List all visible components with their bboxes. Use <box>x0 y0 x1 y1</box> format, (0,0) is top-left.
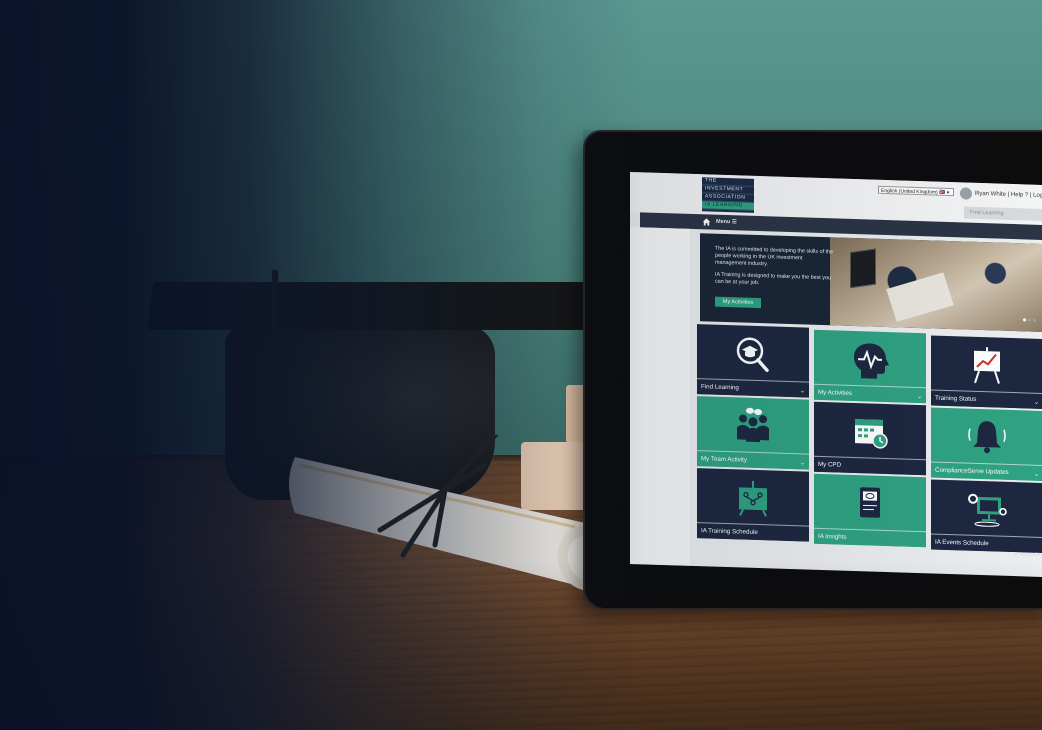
tile-label: IA Events Schedule <box>931 533 1042 553</box>
bottom-shade <box>0 560 1042 730</box>
tile-label: Find Learning <box>697 378 809 398</box>
tile-label: My CPD <box>814 455 926 476</box>
tile-label: IA Insights <box>814 527 926 548</box>
schedule-board-icon <box>739 480 767 517</box>
tile-training-status[interactable]: Training Status ⌄ <box>931 335 1042 409</box>
team-people-icon <box>737 407 769 443</box>
tile-label: ComplianceServe Updates <box>931 461 1042 481</box>
tile-label: My Activities <box>814 383 926 404</box>
user-links[interactable]: Ryan White | Help ? | Log o <box>975 191 1042 199</box>
chevron-down-icon[interactable]: ⌄ <box>800 459 805 466</box>
tile-label: My Team Activity <box>697 450 809 470</box>
head-pulse-icon <box>854 343 889 379</box>
home-icon[interactable] <box>702 217 711 226</box>
tile-my-cpd[interactable]: My CPD <box>814 401 926 476</box>
search-graduation-icon <box>736 337 769 373</box>
search-input[interactable]: Find Learning <box>964 206 1042 222</box>
computer-gear-icon <box>968 493 1007 527</box>
tile-ia-events-schedule[interactable]: IA Events Schedule <box>931 479 1042 553</box>
calendar-clock-icon <box>855 419 888 449</box>
chevron-down-icon[interactable]: ⌄ <box>1034 471 1039 478</box>
hero-laptop <box>850 248 876 289</box>
tablet-screen: THE INVESTMENT ASSOCIATION IA LEARNING E… <box>630 172 1042 577</box>
tile-label: Training Status <box>931 389 1042 409</box>
book-icon <box>860 487 880 518</box>
avatar[interactable] <box>960 187 972 200</box>
hero-text: The IA is committed to developing the sk… <box>715 246 835 295</box>
tile-label: IA Training Schedule <box>697 522 809 542</box>
tile-ia-insights[interactable]: IA Insights <box>814 473 926 548</box>
accessibility-link[interactable]: ⇗ Accessibi <box>1014 552 1040 558</box>
tile-ia-training-schedule[interactable]: IA Training Schedule <box>697 468 809 542</box>
logo-line-4: IA LEARNING <box>702 201 754 211</box>
language-select[interactable]: English (United Kingdom) 🇬🇧 ▾ <box>878 185 954 197</box>
chevron-down-icon[interactable]: ⌄ <box>1034 399 1039 406</box>
tile-my-team-activity[interactable]: My Team Activity ⌄ <box>697 396 809 470</box>
carousel-dots[interactable] <box>1021 308 1036 326</box>
easel-chart-icon <box>974 347 1000 384</box>
tile-my-activities[interactable]: My Activities ⌄ <box>814 329 926 404</box>
graduation-cap-board <box>146 282 594 330</box>
my-activities-button[interactable]: My Activities <box>715 296 761 309</box>
tile-find-learning[interactable]: Find Learning ⌄ <box>697 324 809 398</box>
chevron-down-icon[interactable]: ⌄ <box>917 393 922 400</box>
hero-banner: The IA is committed to developing the sk… <box>700 233 1042 332</box>
tile-grid: Find Learning ⌄ My Activities ⌄ Training… <box>697 324 1042 577</box>
chevron-down-icon[interactable]: ⌄ <box>800 387 805 394</box>
hero-text-2: IA Training is designed to make you the … <box>715 271 831 287</box>
menu-button[interactable]: Menu ☰ <box>716 218 737 228</box>
hero-text-1: The IA is committed to developing the sk… <box>715 245 834 268</box>
left-margin-panel <box>630 227 690 566</box>
tile-complianceserve-updates[interactable]: ComplianceServe Updates ⌄ <box>931 407 1042 481</box>
graduation-cap-tassel <box>272 270 278 390</box>
bell-icon <box>968 421 1006 454</box>
ia-logo[interactable]: THE INVESTMENT ASSOCIATION IA LEARNING <box>702 177 754 213</box>
